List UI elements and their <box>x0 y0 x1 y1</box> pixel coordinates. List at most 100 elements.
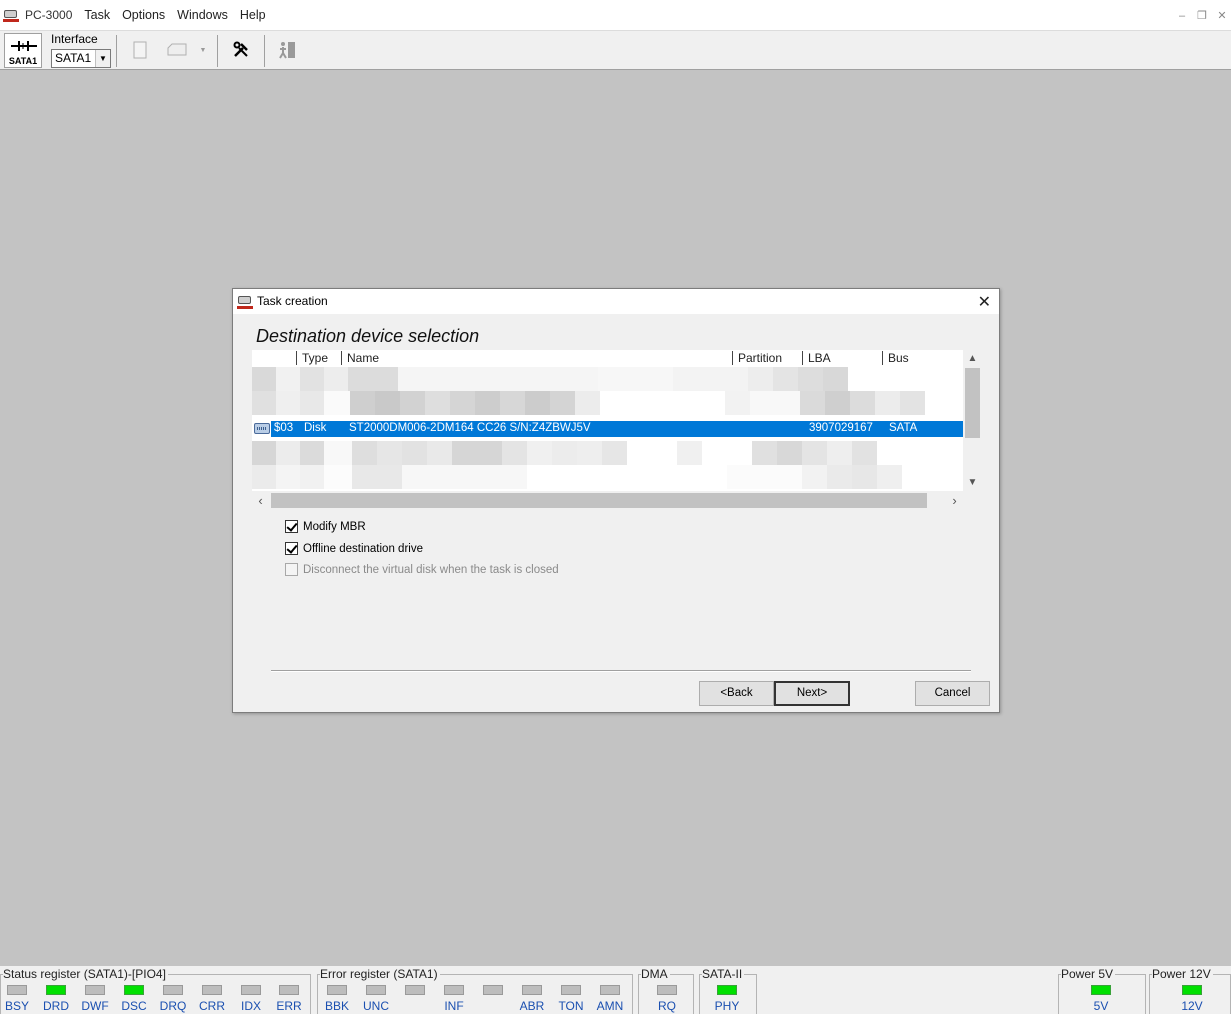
menu-help[interactable]: Help <box>234 8 272 22</box>
selected-device-row[interactable]: $03 Disk ST2000DM006-2DM164 CC26 S/N:Z4Z… <box>254 421 963 437</box>
interface-label: Interface <box>51 32 98 46</box>
status-bar: Status register (SATA1)-[PIO4] BSY DRD D… <box>0 966 1231 1014</box>
scroll-up-icon[interactable]: ▲ <box>963 350 982 367</box>
led-unlabeled <box>405 985 425 995</box>
disk-icon <box>254 423 270 434</box>
device-list[interactable]: Type Name Partition LBA Bus $03 Disk ST2… <box>252 350 982 510</box>
led-dsc <box>124 985 144 995</box>
exit-button[interactable] <box>276 39 298 61</box>
led-crr <box>202 985 222 995</box>
led-inf <box>444 985 464 995</box>
device-type: Disk <box>304 422 327 434</box>
sata2-group: SATA-II PHY <box>699 966 757 1014</box>
status-register-group: Status register (SATA1)-[PIO4] BSY DRD D… <box>0 966 311 1014</box>
led-err <box>279 985 299 995</box>
drive-dropdown[interactable]: ▼ <box>196 39 210 61</box>
device-name: ST2000DM006-2DM164 CC26 S/N:Z4ZBWJ5V <box>349 422 591 434</box>
power-5v-group: Power 5V 5V <box>1058 966 1146 1014</box>
device-lba: 3907029167 <box>809 422 873 434</box>
led-label: ERR <box>276 999 302 1013</box>
led-label: RQ <box>658 999 676 1013</box>
column-header-bus[interactable]: Bus <box>882 350 962 367</box>
chevron-down-icon: ▼ <box>199 46 207 54</box>
led-12v <box>1182 985 1202 995</box>
scroll-right-icon[interactable]: › <box>946 491 963 510</box>
scrollbar-thumb[interactable] <box>965 368 980 438</box>
horizontal-scrollbar[interactable]: ‹ › <box>252 491 963 510</box>
checkbox-label: Disconnect the virtual disk when the tas… <box>303 563 559 576</box>
drive-icon <box>167 43 187 56</box>
led-label: BBK <box>324 999 349 1013</box>
scroll-down-icon[interactable]: ▼ <box>963 474 982 491</box>
device-bus: SATA <box>889 422 918 434</box>
menu-bar: PC-3000 Task Options Windows Help – ❐ ✕ <box>0 0 1231 30</box>
interface-select-value: SATA1 <box>55 51 92 65</box>
column-header-partition[interactable]: Partition <box>732 350 802 367</box>
list-header: Type Name Partition LBA Bus <box>252 350 963 367</box>
led-unc <box>366 985 386 995</box>
led-drd <box>46 985 66 995</box>
dma-group: DMA RQ <box>638 966 694 1014</box>
led-label: IDX <box>240 999 261 1013</box>
menu-task[interactable]: Task <box>78 8 116 22</box>
column-header-lba[interactable]: LBA <box>802 350 882 367</box>
sata-connector-icon <box>11 41 37 51</box>
group-title: DMA <box>641 967 670 981</box>
close-icon[interactable]: ✕ <box>978 292 991 312</box>
minimize-icon[interactable]: – <box>1175 9 1189 23</box>
menu-options[interactable]: Options <box>116 8 171 22</box>
led-label: 5V <box>1093 999 1109 1013</box>
led-phy <box>717 985 737 995</box>
error-register-group: Error register (SATA1) BBK UNC INF ABR T… <box>317 966 633 1014</box>
led-amn <box>600 985 620 995</box>
led-label: 12V <box>1181 999 1203 1013</box>
disconnect-virtual-disk-checkbox: Disconnect the virtual disk when the tas… <box>285 563 559 576</box>
power-12v-group: Power 12V 12V <box>1149 966 1231 1014</box>
led-label: INF <box>444 999 464 1013</box>
led-label: ABR <box>519 999 545 1013</box>
exit-icon <box>279 42 295 59</box>
led-label: BSY <box>4 999 29 1013</box>
vertical-scrollbar[interactable]: ▲ ▼ <box>963 350 982 491</box>
page-title: Destination device selection <box>256 326 480 346</box>
scrollbar-thumb[interactable] <box>271 493 927 508</box>
led-label: DRD <box>43 999 69 1013</box>
device-id: $03 <box>274 422 294 434</box>
column-header-icon[interactable] <box>252 350 296 367</box>
column-header-name[interactable]: Name <box>341 350 732 367</box>
checkbox-box[interactable] <box>285 542 298 555</box>
led-label: AMN <box>596 999 624 1013</box>
modify-mbr-checkbox[interactable]: Modify MBR <box>285 520 366 533</box>
app-icon <box>3 8 19 22</box>
led-drq <box>163 985 183 995</box>
interface-select[interactable]: SATA1 ▼ <box>51 49 111 68</box>
list-item-redacted[interactable] <box>252 367 963 391</box>
new-task-button[interactable] <box>129 39 151 61</box>
dialog-title: Task creation <box>257 294 328 308</box>
led-label: CRR <box>199 999 225 1013</box>
led-idx <box>241 985 261 995</box>
back-button[interactable]: <Back <box>699 681 774 706</box>
sata-port-button[interactable]: SATA1 <box>4 33 42 68</box>
group-title: Power 12V <box>1152 967 1213 981</box>
list-item-redacted[interactable] <box>252 465 963 489</box>
tools-button[interactable] <box>230 39 252 61</box>
offline-destination-checkbox[interactable]: Offline destination drive <box>285 542 423 555</box>
list-item-redacted[interactable] <box>252 391 963 415</box>
checkbox-box[interactable] <box>285 520 298 533</box>
scroll-left-icon[interactable]: ‹ <box>252 491 269 510</box>
toolbar-separator <box>217 35 218 67</box>
list-item-redacted[interactable] <box>252 441 963 465</box>
chevron-down-icon[interactable]: ▼ <box>95 50 110 67</box>
close-icon[interactable]: ✕ <box>1215 9 1229 23</box>
column-header-type[interactable]: Type <box>296 350 341 367</box>
menu-windows[interactable]: Windows <box>171 8 234 22</box>
led-label: TON <box>558 999 584 1013</box>
next-button[interactable]: Next> <box>774 681 850 706</box>
toolbar-separator <box>116 35 117 67</box>
restore-icon[interactable]: ❐ <box>1195 9 1209 23</box>
task-creation-dialog: Task creation ✕ Destination device selec… <box>232 288 1000 713</box>
cancel-button[interactable]: Cancel <box>915 681 990 706</box>
toolbar-separator <box>264 35 265 67</box>
drive-button[interactable] <box>166 39 188 61</box>
